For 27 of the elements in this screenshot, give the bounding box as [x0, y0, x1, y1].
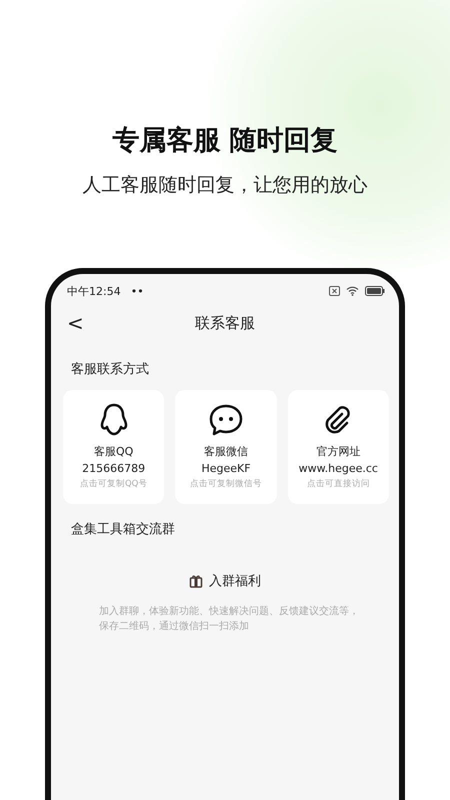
section-title: 客服联系方式	[71, 362, 149, 377]
wifi-icon	[346, 286, 359, 296]
subtitle: 人工客服随时回复，让您用的放心	[82, 173, 368, 198]
sim-icon	[329, 286, 340, 296]
battery-icon	[365, 286, 385, 296]
benefit-title: 入群福利	[209, 573, 261, 590]
benefit-description: 加入群聊，体验新功能、快速解决问题、反馈建议交流等，保存二维码，通过微信扫一扫添加	[99, 604, 360, 634]
contact-card[interactable]: 官方网址 www.hegee.cc 点击可直接访问	[288, 390, 389, 504]
page-title: 联系客服	[195, 314, 255, 332]
contact-value: www.hegee.cc	[298, 462, 378, 475]
contact-label: 客服微信	[204, 444, 248, 459]
gift-icon	[189, 574, 203, 588]
contact-card[interactable]: 客服微信 HegeeKF 点击可复制微信号	[175, 390, 277, 504]
contact-hint: 点击可复制微信号	[190, 478, 262, 490]
back-button[interactable]: <	[63, 311, 88, 335]
headline: 专属客服 随时回复	[112, 124, 338, 158]
chat-bubble-icon	[208, 402, 244, 438]
status-time: 中午12:54	[67, 284, 121, 298]
contact-label: 官方网址	[316, 444, 360, 459]
contact-hint: 点击可直接访问	[306, 478, 370, 490]
contact-hint: 点击可复制QQ号	[80, 478, 148, 490]
contact-label: 客服QQ	[94, 444, 134, 459]
contact-card[interactable]: 客服QQ 215666789 点击可复制QQ号	[63, 390, 164, 504]
section-title: 盒集工具箱交流群	[71, 522, 175, 537]
status-dots: ••	[130, 284, 144, 298]
contact-value: HegeeKF	[201, 462, 251, 475]
contact-value: 215666789	[82, 462, 146, 475]
